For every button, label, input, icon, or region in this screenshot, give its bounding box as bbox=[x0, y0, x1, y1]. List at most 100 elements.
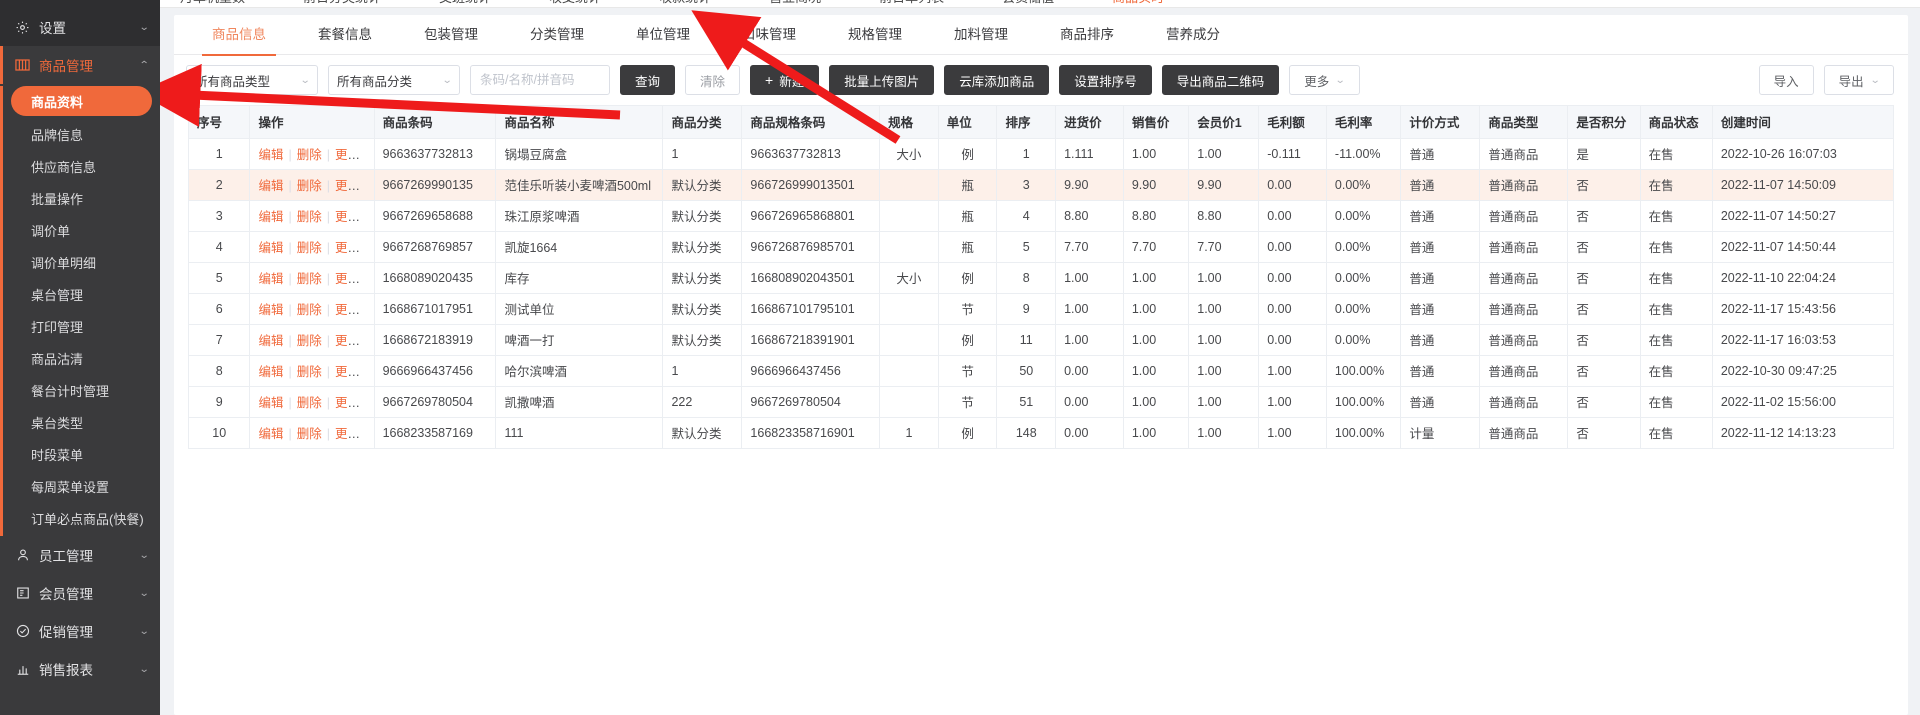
tab-product-sort[interactable]: 商品排序 bbox=[1034, 15, 1140, 55]
table-row[interactable]: 7 编辑 | 删除 | 更多 ⌄ 1668672183919 啤酒一打 默认分类 166867218… bbox=[189, 324, 1893, 356]
tab-unit-management[interactable]: 单位管理 bbox=[610, 15, 716, 55]
sidebar-item-brand-info[interactable]: 品牌信息 bbox=[3, 118, 160, 150]
sidebar-item-sold-out[interactable]: 商品沽清 bbox=[3, 342, 160, 374]
more-link[interactable]: 更多 ⌄ bbox=[335, 427, 371, 441]
more-link[interactable]: 更多 ⌄ bbox=[335, 148, 371, 162]
more-link[interactable]: 更多 ⌄ bbox=[335, 179, 371, 193]
sidebar-group-product-management[interactable]: 商品管理 ⌃ bbox=[0, 46, 160, 84]
delete-link[interactable]: 删除 bbox=[297, 396, 322, 410]
edit-link[interactable]: 编辑 bbox=[258, 365, 283, 379]
sidebar-item-table-type[interactable]: 桌台类型 bbox=[3, 406, 160, 438]
table-row[interactable]: 9 编辑 | 删除 | 更多 ⌄ 9667269780504 凯撒啤酒 222 9667269780… bbox=[189, 386, 1893, 418]
more-link[interactable]: 更多 ⌄ bbox=[335, 396, 371, 410]
row-operations[interactable]: 编辑 | 删除 | 更多 ⌄ bbox=[249, 293, 375, 325]
table-row[interactable]: 3 编辑 | 删除 | 更多 ⌄ 9667269658688 珠江原浆啤酒 默认分类 9667269… bbox=[189, 200, 1893, 232]
edit-link[interactable]: 编辑 bbox=[258, 272, 283, 286]
edit-link[interactable]: 编辑 bbox=[258, 334, 283, 348]
more-button[interactable]: 更多 ⌄ bbox=[1289, 65, 1360, 95]
sidebar-group-member[interactable]: 会员管理 ⌄ bbox=[0, 574, 160, 612]
delete-link[interactable]: 删除 bbox=[297, 210, 322, 224]
export-qr-button[interactable]: 导出商品二维码 bbox=[1161, 65, 1280, 95]
delete-link[interactable]: 删除 bbox=[297, 303, 322, 317]
row-operations[interactable]: 编辑 | 删除 | 更多 ⌄ bbox=[249, 231, 375, 263]
top-shortcut-8[interactable]: 商品实时 bbox=[1112, 0, 1164, 4]
query-button[interactable]: 查询 bbox=[620, 65, 676, 95]
sidebar-group-settings[interactable]: 设置 ⌄ bbox=[0, 8, 160, 46]
clear-button[interactable]: 清除 bbox=[685, 65, 741, 95]
sidebar-group-promotion[interactable]: 促销管理 ⌄ bbox=[0, 612, 160, 650]
delete-link[interactable]: 删除 bbox=[297, 427, 322, 441]
more-link[interactable]: 更多 ⌄ bbox=[335, 334, 371, 348]
sidebar-item-home[interactable] bbox=[0, 0, 160, 8]
tab-product-info[interactable]: 商品信息 bbox=[186, 15, 292, 56]
row-operations[interactable]: 编辑 | 删除 | 更多 ⌄ bbox=[249, 417, 375, 449]
table-row[interactable]: 6 编辑 | 删除 | 更多 ⌄ 1668671017951 测试单位 默认分类 166867101… bbox=[189, 293, 1893, 325]
delete-link[interactable]: 删除 bbox=[297, 241, 322, 255]
table-row[interactable]: 10 编辑 | 删除 | 更多 ⌄ 1668233587169 111 默认分类 166823358… bbox=[189, 417, 1893, 449]
top-shortcut-2[interactable]: 交班统计 bbox=[439, 0, 491, 4]
sidebar-item-product-data[interactable]: 商品资料 bbox=[11, 86, 152, 116]
table-row[interactable]: 2 编辑 | 删除 | 更多 ⌄ 9667269990135 范佳乐听装小麦啤酒500ml 默认分… bbox=[189, 169, 1893, 201]
edit-link[interactable]: 编辑 bbox=[258, 179, 283, 193]
top-shortcut-0[interactable]: 月单机量数 bbox=[180, 0, 245, 4]
delete-link[interactable]: 删除 bbox=[297, 272, 322, 286]
delete-link[interactable]: 删除 bbox=[297, 179, 322, 193]
sidebar-item-print-management[interactable]: 打印管理 bbox=[3, 310, 160, 342]
more-link[interactable]: 更多 ⌄ bbox=[335, 241, 371, 255]
sidebar-item-batch-ops[interactable]: 批量操作 bbox=[3, 182, 160, 214]
top-shortcut-7[interactable]: 会员储值 bbox=[1002, 0, 1054, 4]
sidebar-item-supplier-info[interactable]: 供应商信息 bbox=[3, 150, 160, 182]
top-shortcut-4[interactable]: 收款统计 bbox=[659, 0, 711, 4]
tab-package-management[interactable]: 包装管理 bbox=[398, 15, 504, 55]
row-operations[interactable]: 编辑 | 删除 | 更多 ⌄ bbox=[249, 262, 375, 294]
tab-category-management[interactable]: 分类管理 bbox=[504, 15, 610, 55]
table-row[interactable]: 8 编辑 | 删除 | 更多 ⌄ 9666966437456 哈尔滨啤酒 1 96669664374… bbox=[189, 355, 1893, 387]
edit-link[interactable]: 编辑 bbox=[258, 396, 283, 410]
delete-link[interactable]: 删除 bbox=[297, 334, 322, 348]
cloud-add-product-button[interactable]: 云库添加商品 bbox=[944, 65, 1050, 95]
sidebar-item-table-timing[interactable]: 餐台计时管理 bbox=[3, 374, 160, 406]
tab-combo-info[interactable]: 套餐信息 bbox=[292, 15, 398, 55]
batch-upload-image-button[interactable]: 批量上传图片 bbox=[829, 65, 935, 95]
product-type-select[interactable]: 所有商品类型 ⌄ bbox=[186, 65, 318, 95]
tab-addon-management[interactable]: 加料管理 bbox=[928, 15, 1034, 55]
sidebar-item-table-management[interactable]: 桌台管理 bbox=[3, 278, 160, 310]
tab-flavor-management[interactable]: 口味管理 bbox=[716, 15, 822, 55]
sidebar-item-required-items[interactable]: 订单必点商品(快餐) bbox=[3, 502, 160, 534]
sidebar-group-sales-report[interactable]: 销售报表 ⌄ bbox=[0, 650, 160, 688]
more-link[interactable]: 更多 ⌄ bbox=[335, 365, 371, 379]
search-input[interactable] bbox=[470, 65, 610, 95]
top-shortcut-1[interactable]: 前日分类统计 bbox=[303, 0, 381, 4]
top-shortcut-5[interactable]: 营业简况 bbox=[769, 0, 821, 4]
export-button[interactable]: 导出 ⌄ bbox=[1823, 65, 1894, 95]
top-shortcut-3[interactable]: 收支统计 bbox=[549, 0, 601, 4]
edit-link[interactable]: 编辑 bbox=[258, 148, 283, 162]
product-category-select[interactable]: 所有商品分类 ⌄ bbox=[328, 65, 460, 95]
tab-spec-management[interactable]: 规格管理 bbox=[822, 15, 928, 55]
delete-link[interactable]: 删除 bbox=[297, 148, 322, 162]
table-row[interactable]: 4 编辑 | 删除 | 更多 ⌄ 9667268769857 凯旋1664 默认分类 9667268… bbox=[189, 231, 1893, 263]
new-button[interactable]: + 新建 bbox=[750, 65, 820, 95]
more-link[interactable]: 更多 ⌄ bbox=[335, 210, 371, 224]
row-operations[interactable]: 编辑 | 删除 | 更多 ⌄ bbox=[249, 138, 375, 170]
edit-link[interactable]: 编辑 bbox=[258, 427, 283, 441]
row-operations[interactable]: 编辑 | 删除 | 更多 ⌄ bbox=[249, 355, 375, 387]
edit-link[interactable]: 编辑 bbox=[258, 210, 283, 224]
row-operations[interactable]: 编辑 | 删除 | 更多 ⌄ bbox=[249, 169, 375, 201]
edit-link[interactable]: 编辑 bbox=[258, 241, 283, 255]
sidebar-item-price-adjust-detail[interactable]: 调价单明细 bbox=[3, 246, 160, 278]
import-button[interactable]: 导入 bbox=[1758, 65, 1814, 95]
sidebar-item-time-menu[interactable]: 时段菜单 bbox=[3, 438, 160, 470]
edit-link[interactable]: 编辑 bbox=[258, 303, 283, 317]
row-operations[interactable]: 编辑 | 删除 | 更多 ⌄ bbox=[249, 324, 375, 356]
tab-nutrition[interactable]: 营养成分 bbox=[1140, 15, 1246, 55]
set-sort-number-button[interactable]: 设置排序号 bbox=[1059, 65, 1152, 95]
row-operations[interactable]: 编辑 | 删除 | 更多 ⌄ bbox=[249, 386, 375, 418]
more-link[interactable]: 更多 ⌄ bbox=[335, 272, 371, 286]
sidebar-group-staff[interactable]: 员工管理 ⌄ bbox=[0, 536, 160, 574]
more-link[interactable]: 更多 ⌄ bbox=[335, 303, 371, 317]
sidebar-item-weekly-menu[interactable]: 每周菜单设置 bbox=[3, 470, 160, 502]
sidebar-item-price-adjust[interactable]: 调价单 bbox=[3, 214, 160, 246]
row-operations[interactable]: 编辑 | 删除 | 更多 ⌄ bbox=[249, 200, 375, 232]
delete-link[interactable]: 删除 bbox=[297, 365, 322, 379]
